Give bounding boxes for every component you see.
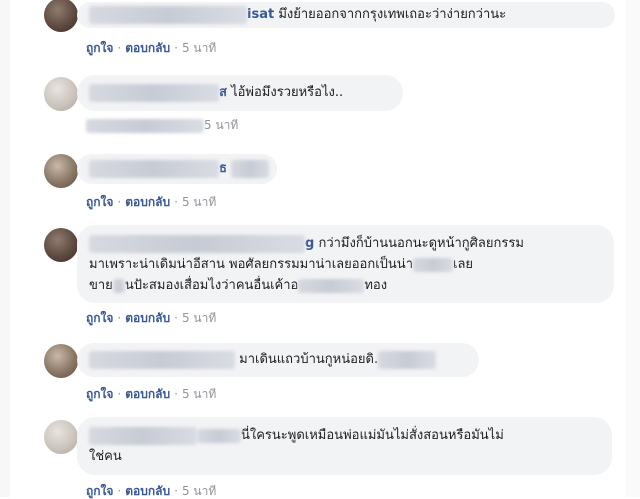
separator: · (174, 195, 178, 209)
separator: · (174, 311, 178, 325)
redacted-text (298, 278, 365, 293)
separator: · (174, 41, 178, 55)
avatar[interactable] (44, 420, 78, 454)
like-link[interactable]: ถูกใจ (86, 484, 113, 498)
comment-text: นี่ใครนะพูดเหมือนพ่อแม่มันไม่สั่งสอนหรือ… (241, 428, 504, 443)
comment-text: เลย (453, 257, 474, 272)
separator: · (174, 387, 178, 401)
comment-text: นปัะสมองเสื่อมไงว่าคนอื่นเค้าอ (124, 278, 299, 293)
comment-text: มาเพราะน่าเดิมน่าอีสาน พอศัลยกรรมมาน่าเล… (89, 257, 413, 272)
redacted-text (112, 278, 125, 293)
timestamp[interactable]: 5 นาที (204, 118, 238, 132)
redacted-text (413, 257, 453, 272)
separator: · (174, 484, 178, 498)
separator: · (117, 195, 122, 209)
avatar[interactable] (44, 228, 78, 262)
avatar[interactable] (44, 77, 78, 111)
comment-actions: ถูกใจ · ตอบกลับ · 5 นาที (86, 386, 216, 402)
avatar[interactable] (44, 154, 78, 188)
comment-bubble: มาเดินแถวบ้านกูหน่อยดิ. (77, 343, 479, 377)
redacted-name (89, 83, 219, 102)
comment-bubble: ธ (77, 154, 277, 184)
timestamp[interactable]: 5 นาที (182, 41, 216, 55)
comment-actions: ถูกใจ · ตอบกลับ · 5 นาที (86, 310, 216, 326)
like-link[interactable]: ถูกใจ (86, 387, 113, 401)
comment-actions: 5 นาที (86, 117, 238, 133)
comment-text: ไอ้พ่อมึงรวยหรือไง.. (231, 85, 344, 100)
commenter-name[interactable]: g (305, 236, 314, 251)
avatar[interactable] (44, 344, 78, 378)
timestamp[interactable]: 5 นาที (182, 387, 216, 401)
timestamp[interactable]: 5 นาที (182, 484, 216, 498)
commenter-name[interactable]: ธ (219, 161, 227, 176)
page-edge (0, 0, 10, 497)
reply-link[interactable]: ตอบกลับ (125, 195, 170, 209)
like-link[interactable]: ถูกใจ (86, 41, 113, 55)
comment-line: ขาย นปัะสมองเสื่อมไงว่าคนอื่นเค้าอ ทอง (89, 275, 602, 296)
redacted-name (89, 159, 219, 178)
comment-bubble: isat มึงย้ายออกจากกรุงเทพเถอะว่าง่ายกว่า… (77, 2, 615, 28)
comment-line: ใช่คน (89, 446, 600, 467)
like-link[interactable]: ถูกใจ (86, 195, 113, 209)
timestamp[interactable]: 5 นาที (182, 195, 216, 209)
reply-link[interactable]: ตอบกลับ (125, 311, 170, 325)
comment-text: กว่ามึงก็บ้านนอกนะดูหน้ากูศิลยกรรม (318, 236, 524, 251)
redacted-name (89, 5, 247, 24)
reply-link[interactable]: ตอบกลับ (125, 484, 170, 498)
redacted-text (378, 350, 437, 369)
commenter-name[interactable]: ส (219, 85, 227, 100)
separator: · (117, 41, 122, 55)
redacted-text (197, 428, 241, 443)
comment-bubble: นี่ใครนะพูดเหมือนพ่อแม่มันไม่สั่งสอนหรือ… (77, 417, 612, 475)
comment-text: มึงย้ายออกจากกรุงเทพเถอะว่าง่ายกว่านะ (278, 7, 507, 22)
comment-line: g กว่ามึงก็บ้านนอกนะดูหน้ากูศิลยกรรม (89, 233, 602, 254)
redacted-name (89, 426, 197, 445)
separator: · (117, 387, 122, 401)
redacted-name (89, 350, 235, 369)
separator: · (117, 484, 122, 498)
like-link[interactable]: ถูกใจ (86, 311, 113, 325)
comment-text: ทอง (364, 278, 388, 293)
comment-actions: ถูกใจ · ตอบกลับ · 5 นาที (86, 40, 216, 56)
commenter-name[interactable]: isat (247, 7, 274, 22)
reply-link[interactable]: ตอบกลับ (125, 387, 170, 401)
reply-link[interactable]: ตอบกลับ (125, 41, 170, 55)
scrollbar[interactable] (626, 0, 640, 497)
comment-actions: ถูกใจ · ตอบกลับ · 5 นาที (86, 194, 216, 210)
comment-bubble: ส ไอ้พ่อมึงรวยหรือไง.. (77, 75, 403, 111)
comment-text: มาเดินแถวบ้านกูหน่อยดิ. (239, 352, 379, 367)
comment-text: ขาย (89, 278, 113, 293)
redacted-text (231, 159, 270, 178)
timestamp[interactable]: 5 นาที (182, 311, 216, 325)
comment-text: ใช่คน (89, 449, 122, 464)
comment-bubble: g กว่ามึงก็บ้านนอกนะดูหน้ากูศิลยกรรม มาเ… (77, 225, 614, 303)
separator: · (117, 311, 122, 325)
redacted-name (89, 234, 305, 253)
comment-line: นี่ใครนะพูดเหมือนพ่อแม่มันไม่สั่งสอนหรือ… (89, 425, 600, 446)
avatar[interactable] (44, 0, 78, 32)
redacted-actions (86, 118, 204, 133)
comment-line: มาเพราะน่าเดิมน่าอีสาน พอศัลยกรรมมาน่าเล… (89, 254, 602, 275)
